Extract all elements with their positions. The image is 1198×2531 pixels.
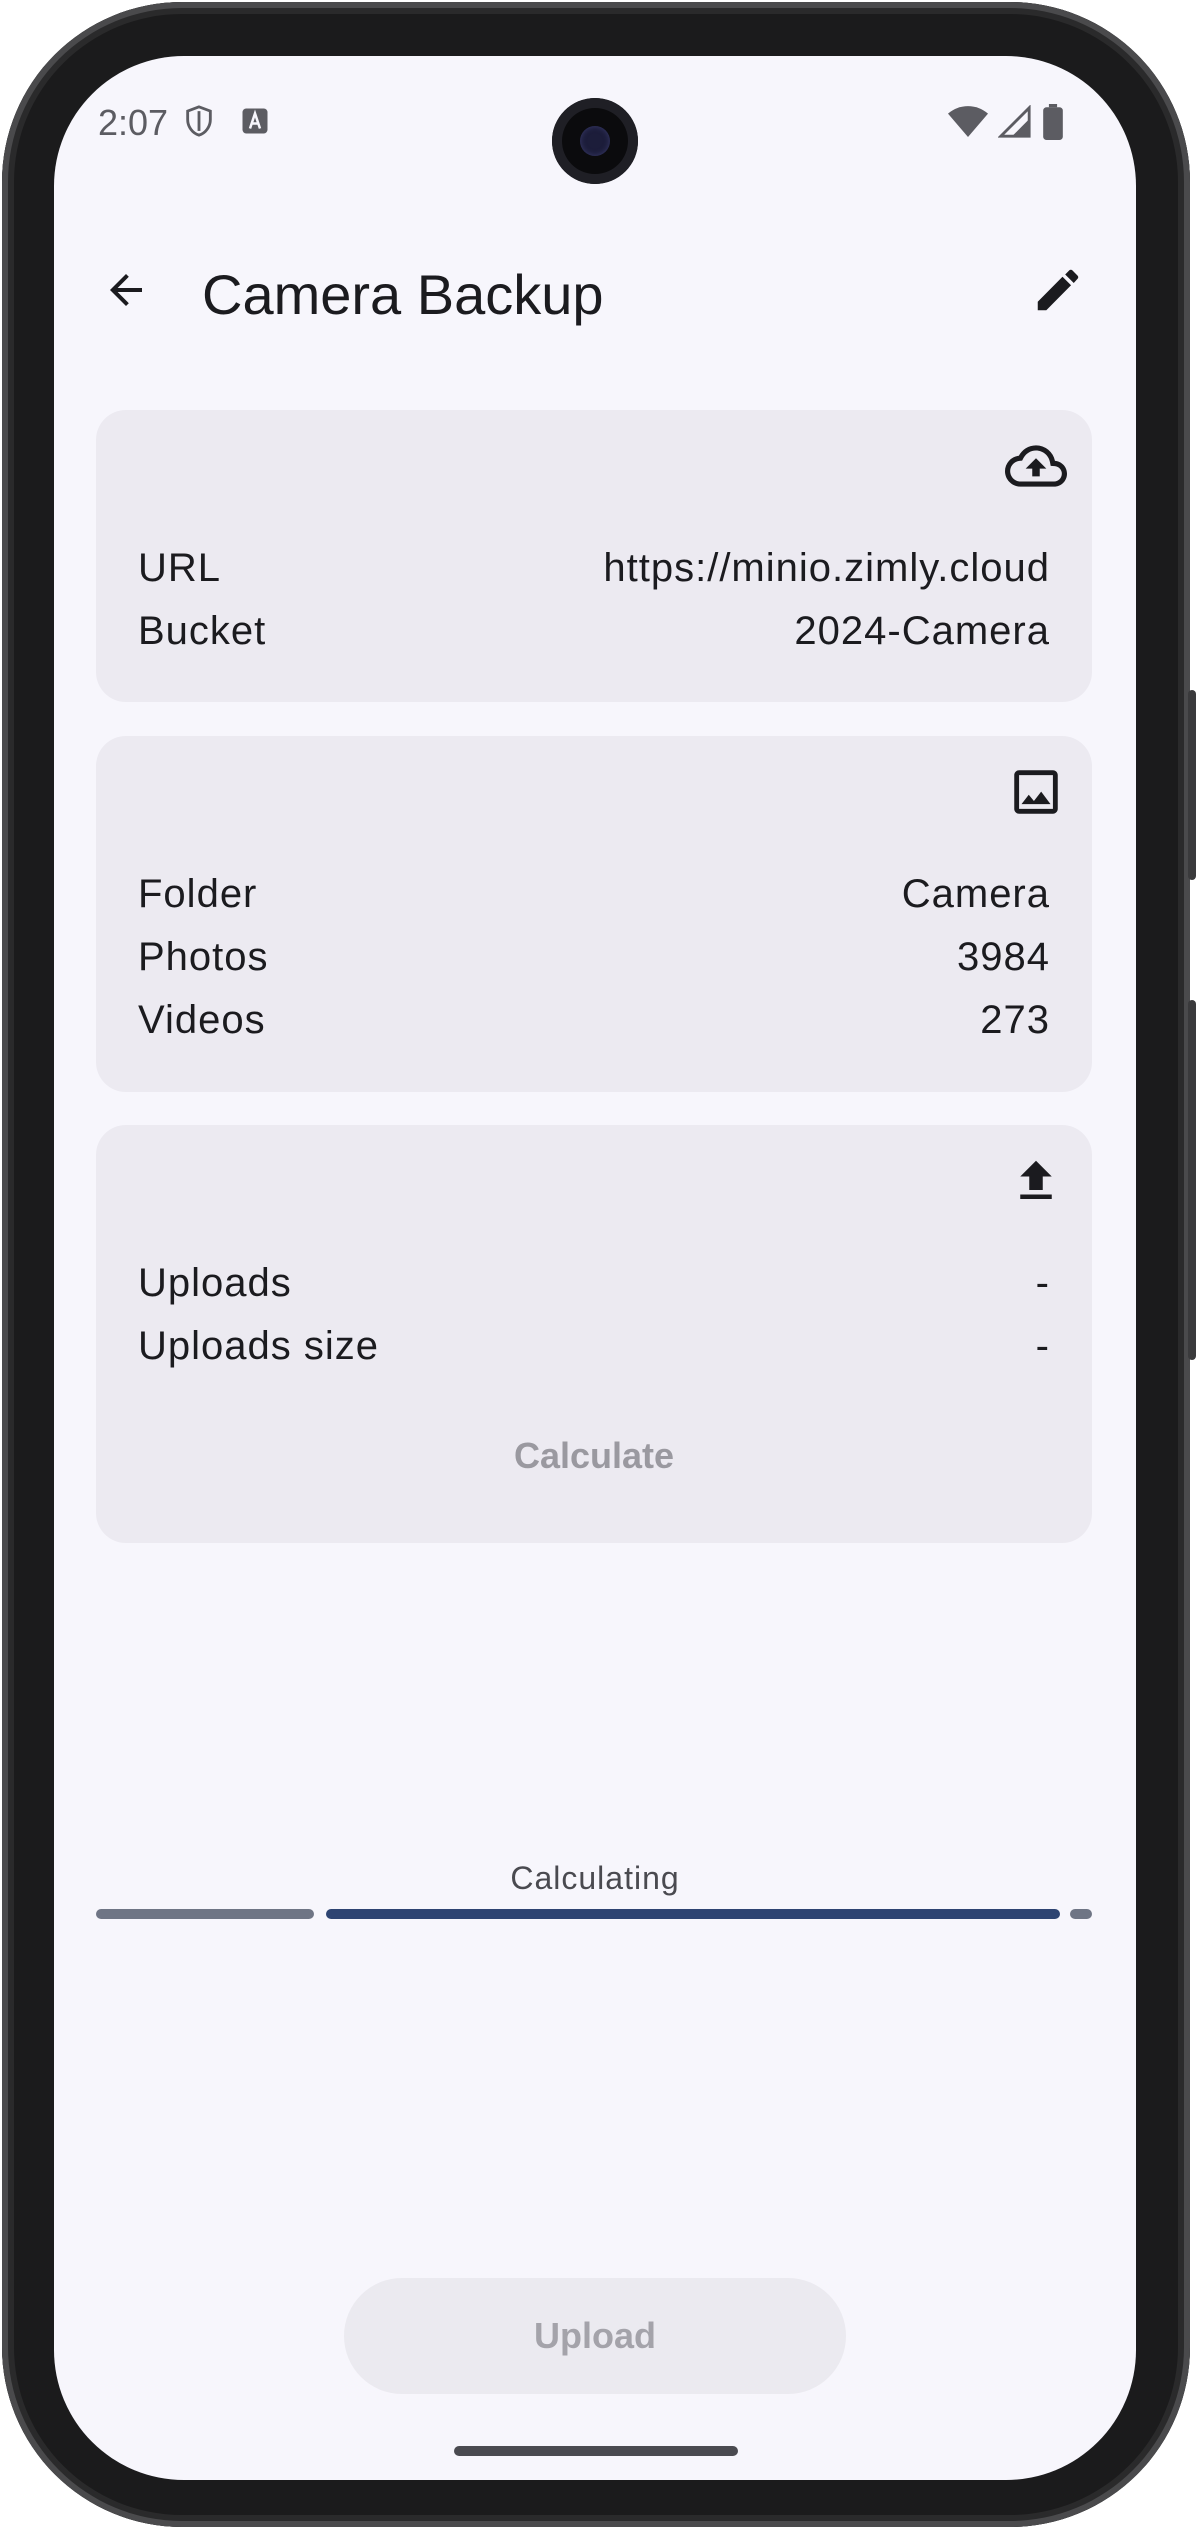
back-button[interactable] <box>94 260 158 324</box>
photos-row: Photos 3984 <box>138 929 1050 985</box>
status-time: 2:07 <box>98 102 169 143</box>
shield-icon <box>182 102 216 145</box>
bucket-value: 2024-Camera <box>794 608 1050 653</box>
progress-track-right <box>1070 1909 1092 1919</box>
edit-button[interactable] <box>1026 260 1090 324</box>
power-button <box>1188 690 1196 880</box>
uploads-size-row: Uploads size - <box>138 1318 1050 1374</box>
uploads-row: Uploads - <box>138 1255 1050 1311</box>
url-label: URL <box>138 545 222 590</box>
image-icon <box>1004 760 1068 824</box>
cloud-upload-icon <box>1004 434 1068 498</box>
uploads-card: Uploads - Uploads size - Calculate <box>96 1125 1092 1543</box>
progress-label: Calculating <box>510 1860 680 1896</box>
signal-icon <box>997 104 1032 144</box>
arrow-back-icon <box>102 266 150 319</box>
screen: 2:07 Camera Backup URL https://minio.zim… <box>54 56 1136 2480</box>
upload-icon <box>1004 1149 1068 1213</box>
photos-label: Photos <box>138 934 269 979</box>
folder-label: Folder <box>138 871 258 916</box>
videos-row: Videos 273 <box>138 992 1050 1048</box>
folder-value: Camera <box>901 871 1050 916</box>
page-title: Camera Backup <box>202 263 604 326</box>
url-row: URL https://minio.zimly.cloud <box>138 540 1050 596</box>
pencil-icon <box>1031 263 1085 322</box>
home-indicator[interactable] <box>454 2446 738 2456</box>
progress-indicator <box>326 1909 1060 1919</box>
uploads-value: - <box>1035 1260 1050 1305</box>
url-value: https://minio.zimly.cloud <box>603 545 1050 590</box>
uploads-label: Uploads <box>138 1260 292 1305</box>
wifi-icon <box>948 105 988 144</box>
battery-icon <box>1042 104 1064 145</box>
videos-value: 273 <box>980 997 1050 1042</box>
uploads-size-label: Uploads size <box>138 1323 380 1368</box>
folder-row: Folder Camera <box>138 866 1050 922</box>
local-folder-card: Folder Camera Photos 3984 Videos 273 <box>96 736 1092 1092</box>
videos-label: Videos <box>138 997 266 1042</box>
upload-button[interactable]: Upload <box>344 2278 846 2394</box>
bucket-label: Bucket <box>138 608 267 653</box>
volume-button <box>1188 1000 1196 1360</box>
font-notification-icon <box>240 106 270 141</box>
photos-value: 3984 <box>957 934 1050 979</box>
top-app-bar: Camera Backup <box>54 246 1136 336</box>
calculate-button[interactable]: Calculate <box>96 1435 1092 1477</box>
remote-card: URL https://minio.zimly.cloud Bucket 202… <box>96 410 1092 702</box>
uploads-size-value: - <box>1035 1323 1050 1368</box>
status-bar: 2:07 <box>54 96 1136 146</box>
progress-track-left <box>96 1909 314 1919</box>
bucket-row: Bucket 2024-Camera <box>138 603 1050 659</box>
